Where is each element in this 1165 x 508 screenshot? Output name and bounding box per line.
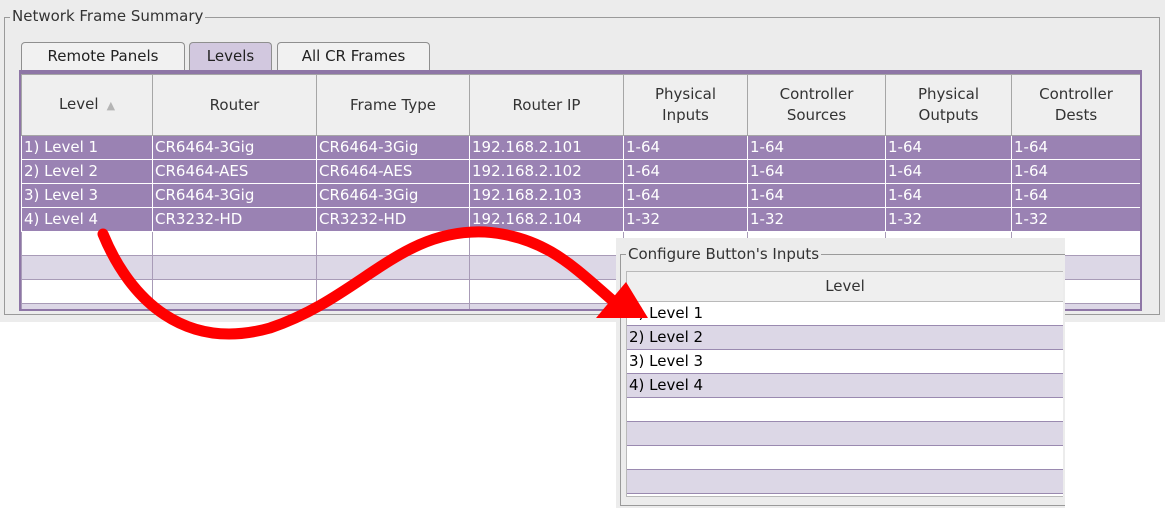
empty-list-item[interactable] [627, 446, 1063, 470]
column-header-controller-sources[interactable]: Controller Sources [747, 74, 886, 136]
table-cell: 1-32 [747, 207, 886, 232]
table-cell: 1-64 [623, 183, 748, 208]
table-cell: CR6464-3Gig [316, 135, 470, 160]
table-cell: 4) Level 4 [21, 207, 153, 232]
table-cell: 1-64 [623, 135, 748, 160]
column-header-router[interactable]: Router [152, 74, 317, 136]
table-cell: 1-64 [1011, 183, 1140, 208]
table-cell: 1-64 [747, 183, 886, 208]
configure-inputs-title: Configure Button's Inputs [626, 245, 822, 263]
column-header-physical-outputs[interactable]: Physical Outputs [885, 74, 1012, 136]
table-cell: 1-32 [885, 207, 1012, 232]
table-cell: 192.168.2.101 [469, 135, 624, 160]
table-cell: 1-32 [623, 207, 748, 232]
table-cell: CR6464-AES [152, 159, 317, 184]
table-cell: CR6464-3Gig [316, 183, 470, 208]
network-frame-summary-title: Network Frame Summary [10, 7, 206, 25]
table-cell: 192.168.2.102 [469, 159, 624, 184]
list-item[interactable]: 3) Level 3 [627, 350, 1063, 374]
empty-list-item[interactable] [627, 422, 1063, 446]
column-header-level[interactable]: Level [627, 272, 1063, 302]
table-cell: 1-64 [747, 135, 886, 160]
table-cell: 1-64 [885, 159, 1012, 184]
empty-list-item[interactable] [627, 470, 1063, 494]
table-cell: 1-64 [1011, 135, 1140, 160]
table-cell: 1) Level 1 [21, 135, 153, 160]
column-header-router-ip[interactable]: Router IP [469, 74, 624, 136]
sort-ascending-icon: ▲ [106, 99, 116, 112]
table-cell: 1-64 [885, 183, 1012, 208]
column-header-level[interactable]: Level ▲ [21, 74, 153, 136]
tab-levels[interactable]: Levels [189, 42, 272, 71]
empty-list-item[interactable] [627, 398, 1063, 422]
table-cell: 1-64 [747, 159, 886, 184]
table-cell: 1-64 [1011, 159, 1140, 184]
table-cell: CR3232-HD [316, 207, 470, 232]
table-row[interactable]: 3) Level 3 CR6464-3Gig CR6464-3Gig 192.1… [21, 183, 1140, 208]
table-cell: 1-64 [885, 135, 1012, 160]
list-item[interactable]: 4) Level 4 [627, 374, 1063, 398]
table-cell: 1-32 [1011, 207, 1140, 232]
list-item[interactable]: 2) Level 2 [627, 326, 1063, 350]
table-cell: 3) Level 3 [21, 183, 153, 208]
configure-inputs-list: Level 1) Level 1 2) Level 2 3) Level 3 4… [626, 271, 1063, 497]
table-cell: 192.168.2.104 [469, 207, 624, 232]
table-row[interactable]: 1) Level 1 CR6464-3Gig CR6464-3Gig 192.1… [21, 135, 1140, 160]
table-cell: CR6464-AES [316, 159, 470, 184]
table-cell: CR3232-HD [152, 207, 317, 232]
list-item[interactable]: 1) Level 1 [627, 302, 1063, 326]
table-cell: CR6464-3Gig [152, 183, 317, 208]
table-row[interactable]: 4) Level 4 CR3232-HD CR3232-HD 192.168.2… [21, 207, 1140, 232]
table-cell: 2) Level 2 [21, 159, 153, 184]
column-header-physical-inputs[interactable]: Physical Inputs [623, 74, 748, 136]
table-row[interactable]: 2) Level 2 CR6464-AES CR6464-AES 192.168… [21, 159, 1140, 184]
table-cell: CR6464-3Gig [152, 135, 317, 160]
table-cell: 192.168.2.103 [469, 183, 624, 208]
tab-all-cr-frames[interactable]: All CR Frames [277, 42, 430, 71]
table-cell: 1-64 [623, 159, 748, 184]
tab-remote-panels[interactable]: Remote Panels [21, 42, 185, 71]
column-header-frame-type[interactable]: Frame Type [316, 74, 470, 136]
column-header-controller-dests[interactable]: Controller Dests [1011, 74, 1140, 136]
